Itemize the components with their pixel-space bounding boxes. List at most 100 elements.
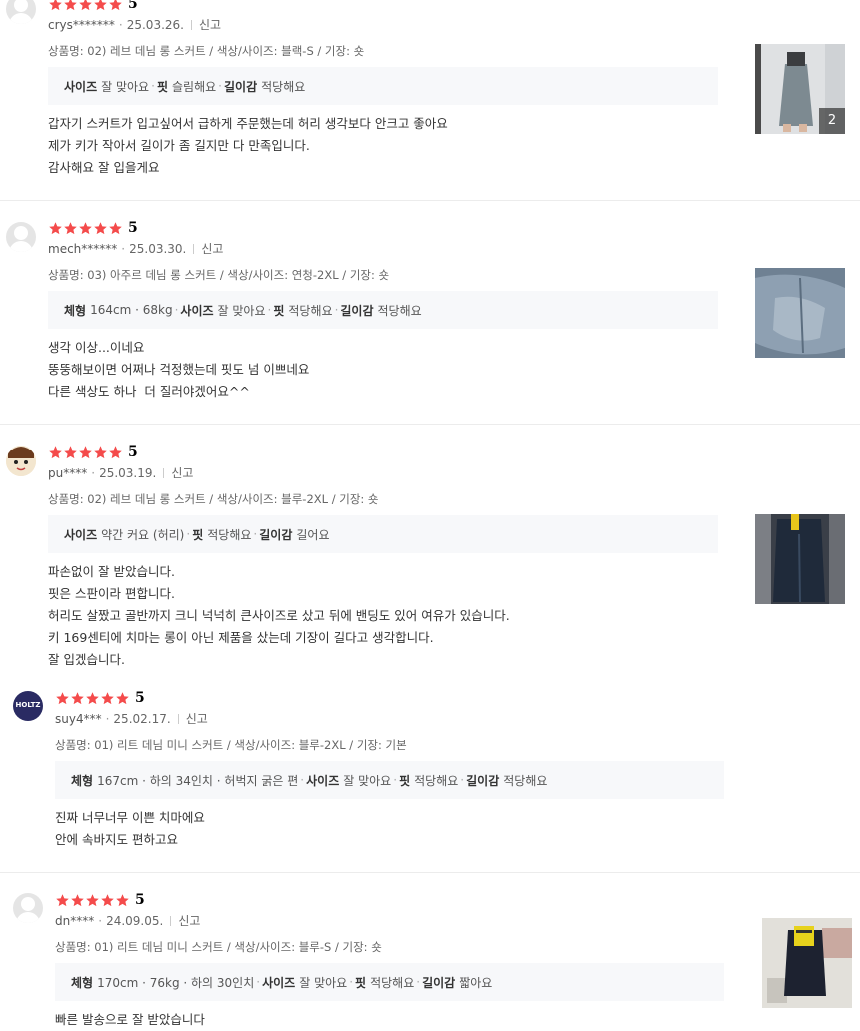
reviewer-avatar: [13, 893, 43, 923]
review-meta: crys******* · 25.03.26. 신고: [48, 16, 222, 33]
review-date: 25.02.17.: [113, 711, 171, 726]
product-option: 상품명: 01) 리트 데님 미니 스커트 / 색상/사이즈: 블루-S / 기…: [55, 940, 382, 954]
review-text-line: 핏은 스판이라 편합니다.: [48, 586, 175, 601]
review-text-line: 제가 키가 작아서 길이가 좀 길지만 다 만족입니다.: [48, 138, 310, 153]
star-icon: [49, 0, 62, 10]
review-text-line: 안에 속바지도 편하고요: [55, 832, 178, 847]
star-icon: [49, 445, 62, 458]
evaluation-box: 체형 167cm · 하의 34인치 · 허벅지 굵은 편 · 사이즈 잘 맞아요 · 핏 적…: [55, 761, 724, 799]
eval-value: 적당해요: [377, 303, 422, 318]
eval-key: 체형: [64, 303, 87, 318]
report-link[interactable]: 신고: [178, 912, 200, 929]
eval-value: 짧아요: [459, 975, 493, 990]
review-date: 25.03.19.: [99, 465, 157, 480]
product-option: 상품명: 02) 레브 데님 롱 스커트 / 색상/사이즈: 블루-2XL / …: [48, 492, 379, 506]
eval-key: 핏: [399, 773, 411, 788]
review-text-line: 키 169센티에 치마는 롱이 아닌 제품을 샀는데 기장이 길다고 생각합니다…: [48, 630, 434, 645]
eval-value: 약간 커요 (허리): [101, 527, 185, 542]
reviewer-id: dn****: [55, 913, 95, 928]
eval-value: 적당해요: [414, 773, 459, 788]
report-link[interactable]: 신고: [186, 710, 208, 727]
eval-key: 길이감: [259, 527, 293, 542]
eval-value: 길어요: [296, 527, 330, 542]
report-link[interactable]: 신고: [171, 464, 193, 481]
reviewer-avatar: HOLTZ: [13, 691, 43, 721]
review-divider: [0, 872, 860, 873]
review-text-line: 잘 입겠습니다.: [48, 652, 125, 667]
reviewer-id: crys*******: [48, 17, 115, 32]
review-text-line: 뚱뚱해보이면 어쩌나 걱정했는데 핏도 넘 이쁘네요: [48, 362, 310, 377]
review-text-line: 갑자기 스커트가 입고싶어서 급하게 주문했는데 허리 생각보다 안크고 좋아요: [48, 116, 448, 131]
review-date: 25.03.30.: [129, 241, 187, 256]
eval-key: 사이즈: [306, 773, 340, 788]
reviewer-avatar: [6, 446, 36, 476]
eval-key: 길이감: [422, 975, 456, 990]
star-icon: [94, 445, 107, 458]
star-icon: [101, 893, 114, 906]
eval-value: 167cm · 하의 34인치 · 허벅지 굵은 편: [97, 773, 299, 788]
eval-key: 체형: [71, 975, 94, 990]
report-link[interactable]: 신고: [199, 16, 221, 33]
reviewer-id: pu****: [48, 465, 88, 480]
review-text-line: 생각 이상...이네요: [48, 340, 145, 355]
eval-key: 핏: [355, 975, 367, 990]
eval-key: 사이즈: [262, 975, 296, 990]
review-photo[interactable]: 2: [755, 44, 845, 134]
star-rating: 5: [48, 444, 138, 460]
star-icon: [109, 221, 122, 234]
review-photo[interactable]: [755, 514, 845, 604]
review-divider: [0, 424, 860, 425]
eval-value: 잘 맞아요: [101, 79, 150, 94]
review-text-line: 파손없이 잘 받았습니다.: [48, 564, 175, 579]
star-icon: [71, 691, 84, 704]
star-icon: [64, 221, 77, 234]
star-icon: [109, 445, 122, 458]
star-rating: 5: [55, 892, 145, 908]
review-date: 24.09.05.: [106, 913, 164, 928]
evaluation-box: 체형 164cm · 68kg · 사이즈 잘 맞아요 · 핏 적당해요 · 길이감 적당해요: [48, 291, 718, 329]
eval-value: 슬림해요: [171, 79, 217, 94]
star-icon: [101, 691, 114, 704]
review-text-line: 허리도 살짰고 골반까지 크니 넉넉히 큰사이즈로 샀고 뒤에 밴딩도 있어 여…: [48, 608, 510, 623]
photo-count-badge: 2: [819, 108, 845, 134]
report-link[interactable]: 신고: [201, 240, 223, 257]
review-text: 생각 이상...이네요뚱뚱해보이면 어쩌나 걱정했는데 핏도 넘 이쁘네요다른 …: [48, 337, 309, 403]
evaluation-box: 체형 170cm · 76kg · 하의 30인치 · 사이즈 잘 맞아요 · 핏 적당해요 ·…: [55, 963, 724, 1001]
eval-value: 잘 맞아요: [343, 773, 392, 788]
star-icon: [49, 221, 62, 234]
star-icon: [56, 893, 69, 906]
review-text-line: 진짜 너무너무 이쁜 치마에요: [55, 810, 205, 825]
eval-key: 사이즈: [64, 79, 98, 94]
reviewer-id: mech******: [48, 241, 118, 256]
eval-value: 적당해요: [261, 79, 306, 94]
review-text-line: 다른 색상도 하나 더 질러야겠어요^^: [48, 384, 250, 399]
review-photo[interactable]: [762, 918, 852, 1008]
star-icon: [71, 893, 84, 906]
reviewer-avatar: [6, 222, 36, 252]
product-option: 상품명: 02) 레브 데님 롱 스커트 / 색상/사이즈: 블랙-S / 기장…: [48, 44, 365, 58]
reviewer-avatar: [6, 0, 36, 24]
star-icon: [116, 893, 129, 906]
eval-key: 핏: [273, 303, 285, 318]
rating-score: 5: [135, 892, 145, 908]
eval-value: 적당해요: [503, 773, 548, 788]
review-meta: dn**** · 24.09.05. 신고: [55, 912, 201, 929]
eval-key: 핏: [156, 79, 168, 94]
eval-key: 길이감: [340, 303, 374, 318]
star-icon: [94, 0, 107, 10]
star-icon: [56, 691, 69, 704]
review-divider: [0, 200, 860, 201]
rating-score: 5: [128, 0, 138, 12]
review-photo[interactable]: [755, 268, 845, 358]
eval-value: 적당해요: [288, 303, 333, 318]
star-icon: [86, 691, 99, 704]
star-rating: 5: [48, 0, 138, 12]
review-text: 빠른 발송으로 잘 받았습니다: [55, 1009, 205, 1031]
rating-score: 5: [128, 444, 138, 460]
rating-score: 5: [135, 690, 145, 706]
star-icon: [94, 221, 107, 234]
product-option: 상품명: 03) 아주르 데님 롱 스커트 / 색상/사이즈: 연청-2XL /…: [48, 268, 390, 282]
review-text: 파손없이 잘 받았습니다. 핏은 스판이라 편합니다. 허리도 살짰고 골반까지 크…: [48, 561, 510, 671]
eval-value: 적당해요: [370, 975, 415, 990]
eval-key: 사이즈: [64, 527, 98, 542]
